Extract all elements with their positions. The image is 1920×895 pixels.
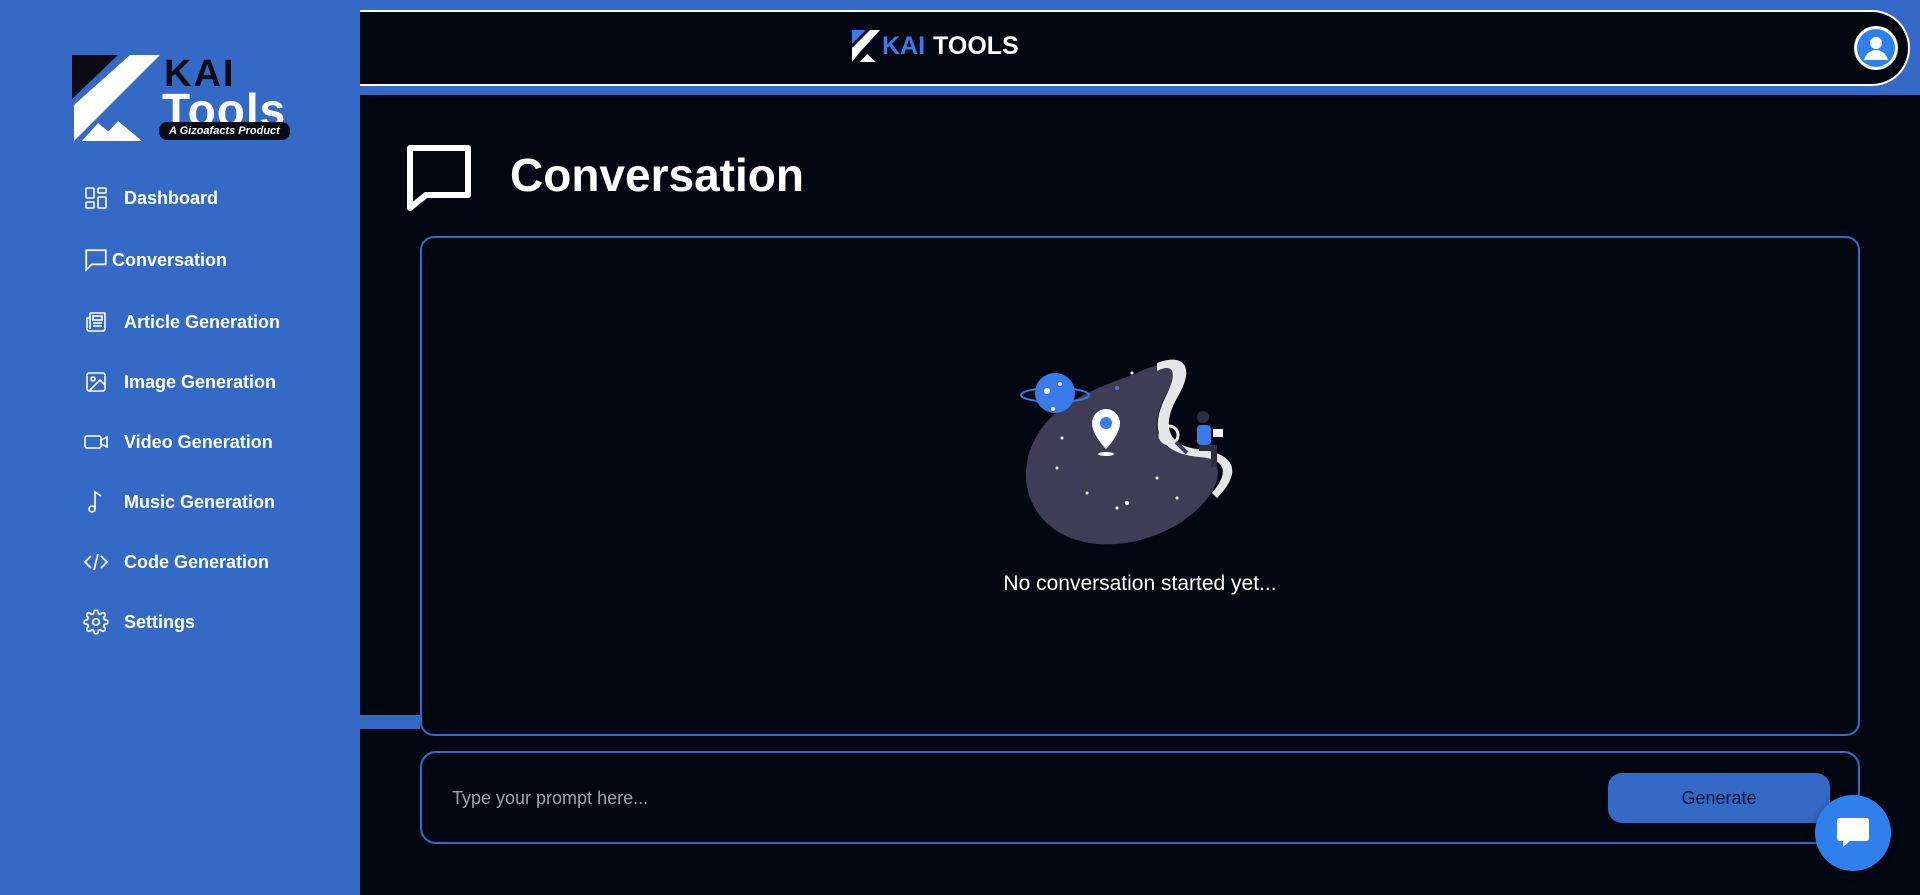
sidebar-item-music-generation[interactable]: Music Generation — [82, 486, 275, 518]
video-camera-icon — [82, 428, 110, 456]
conversation-panel: No conversation started yet... — [420, 236, 1860, 736]
sidebar-item-label: Settings — [124, 611, 196, 632]
sidebar-item-conversation[interactable]: Conversation — [82, 244, 227, 276]
sidebar-item-label: Conversation — [112, 249, 228, 270]
dashboard-grid-icon — [82, 184, 110, 212]
chat-widget-button[interactable] — [1815, 795, 1891, 871]
sidebar-item-label: Article Generation — [124, 311, 281, 332]
prompt-bar: Generate — [420, 751, 1860, 844]
sidebar: KAI Tools A Gizoafacts Product Dashboard… — [0, 0, 360, 895]
top-logo-kai-text: KAI — [882, 31, 926, 60]
kai-logo-mark-icon — [852, 30, 880, 62]
chat-widget-icon — [1837, 818, 1869, 847]
top-logo[interactable]: KAI TOOLS — [852, 30, 1019, 62]
sidebar-logo[interactable]: KAI Tools A Gizoafacts Product — [72, 53, 304, 143]
newspaper-icon — [82, 308, 110, 336]
generate-button[interactable]: Generate — [1608, 773, 1830, 823]
user-avatar[interactable] — [1854, 26, 1898, 70]
sidebar-item-label: Code Generation — [124, 551, 270, 572]
page-title: Conversation — [510, 149, 804, 201]
sidebar-item-video-generation[interactable]: Video Generation — [82, 426, 273, 458]
code-icon — [82, 548, 110, 576]
music-note-icon — [82, 488, 110, 516]
sidebar-item-label: Music Generation — [124, 491, 276, 512]
sidebar-item-code-generation[interactable]: Code Generation — [82, 546, 269, 578]
gear-icon — [82, 608, 110, 636]
image-icon — [82, 368, 110, 396]
prompt-input[interactable] — [452, 773, 1602, 823]
sidebar-item-image-generation[interactable]: Image Generation — [82, 366, 276, 398]
sidebar-item-label: Dashboard — [124, 187, 219, 208]
sidebar-item-article-generation[interactable]: Article Generation — [82, 306, 280, 338]
chat-bubble-icon — [82, 246, 110, 274]
chat-bubble-icon — [404, 143, 474, 211]
sidebar-item-label: Video Generation — [124, 431, 273, 452]
topbar — [360, 10, 1910, 86]
user-avatar-icon — [1857, 29, 1895, 67]
logo-tagline: A Gizoafacts Product — [159, 122, 290, 140]
sidebar-item-label: Image Generation — [124, 371, 277, 392]
sidebar-item-settings[interactable]: Settings — [82, 606, 195, 638]
empty-space-illustration — [1020, 359, 1233, 545]
top-logo-tools-text: TOOLS — [933, 31, 1019, 60]
kai-logo-mark-icon — [72, 55, 160, 141]
empty-state-text: No conversation started yet... — [1003, 572, 1277, 595]
sidebar-item-dashboard[interactable]: Dashboard — [82, 182, 218, 214]
accent-strip — [360, 715, 420, 729]
